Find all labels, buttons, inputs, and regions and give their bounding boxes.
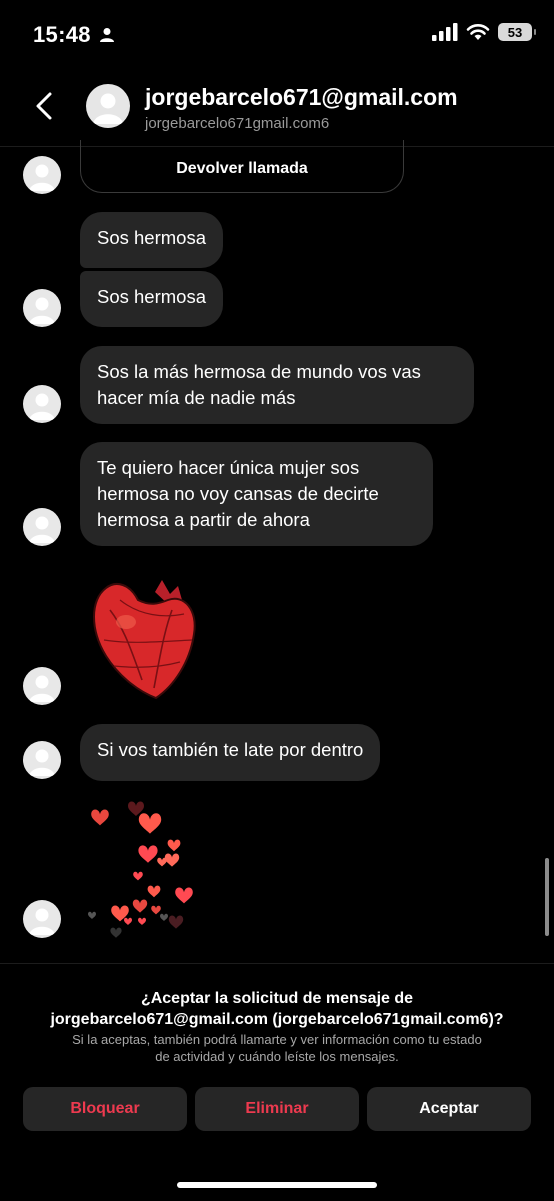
sender-avatar[interactable] [23, 900, 61, 938]
delete-button[interactable]: Eliminar [195, 1087, 359, 1131]
sender-avatar[interactable] [23, 508, 61, 546]
floating-hearts-sticker[interactable] [80, 796, 220, 942]
accept-button-label: Aceptar [419, 1100, 479, 1117]
signal-icon [432, 23, 458, 41]
message-bubble[interactable]: Si vos también te late por dentro [80, 724, 381, 781]
block-button-label: Bloquear [70, 1100, 140, 1117]
request-title-line: ¿Aceptar la solicitud de mensaje de [140, 990, 414, 1007]
wifi-icon [466, 24, 490, 40]
delete-button-label: Eliminar [245, 1100, 309, 1117]
status-time: 15:48 [33, 22, 91, 47]
home-indicator[interactable] [177, 1182, 377, 1188]
status-icons: 53 [432, 23, 536, 41]
message-text-line: hermosa no voy cansas de decirte [97, 483, 379, 504]
contact-username: jorgebarcelo671gmail.com6 [145, 115, 330, 132]
status-bar: 15:48 53 [0, 0, 554, 70]
sender-avatar[interactable] [23, 741, 61, 779]
request-description: Si la aceptas, también podrá llamarte y … [0, 1031, 554, 1065]
sender-avatar[interactable] [23, 667, 61, 705]
return-call-button[interactable]: Devolver llamada [80, 140, 404, 193]
return-call-label: Devolver llamada [176, 160, 308, 177]
message-request-panel: ¿Aceptar la solicitud de mensaje de jorg… [0, 963, 554, 1201]
person-icon [100, 28, 114, 42]
request-description-line: Si la aceptas, también podrá llamarte y … [72, 1032, 482, 1047]
message-text-line: hermosa a partir de ahora [97, 509, 310, 530]
block-button[interactable]: Bloquear [23, 1087, 187, 1131]
message-bubble[interactable]: Sos hermosa [80, 212, 223, 268]
back-chevron-icon[interactable] [28, 88, 64, 124]
message-bubble[interactable]: Te quiero hacer única mujer sos hermosa … [80, 442, 433, 546]
avatar-placeholder-icon[interactable] [86, 84, 130, 128]
message-text: Sos hermosa [97, 227, 206, 248]
sender-avatar[interactable] [23, 385, 61, 423]
battery-icon: 53 [498, 23, 536, 41]
message-text-line: Sos la más hermosa de mundo vos vas [97, 361, 421, 382]
sender-avatar[interactable] [23, 289, 61, 327]
battery-level: 53 [507, 24, 523, 40]
request-title: ¿Aceptar la solicitud de mensaje de jorg… [0, 988, 554, 1030]
message-text-line: hacer mía de nadie más [97, 387, 296, 408]
anatomical-heart-sticker[interactable] [80, 570, 220, 705]
message-text: Sos hermosa [97, 286, 206, 307]
chat-header: jorgebarcelo671@gmail.com jorgebarcelo67… [0, 70, 554, 147]
chat-scrollbar[interactable] [545, 858, 549, 936]
request-title-line: jorgebarcelo671@gmail.com (jorgebarcelo6… [50, 1011, 504, 1028]
contact-title[interactable]: jorgebarcelo671@gmail.com [145, 84, 458, 111]
message-text-line: Te quiero hacer única mujer sos [97, 457, 360, 478]
request-description-line: de actividad y cuándo leíste los mensaje… [155, 1049, 399, 1064]
sender-avatar[interactable] [23, 156, 61, 194]
accept-button[interactable]: Aceptar [367, 1087, 531, 1131]
message-text: Si vos también te late por dentro [97, 739, 364, 760]
message-bubble[interactable]: Sos hermosa [80, 271, 223, 327]
message-bubble[interactable]: Sos la más hermosa de mundo vos vas hace… [80, 346, 474, 424]
